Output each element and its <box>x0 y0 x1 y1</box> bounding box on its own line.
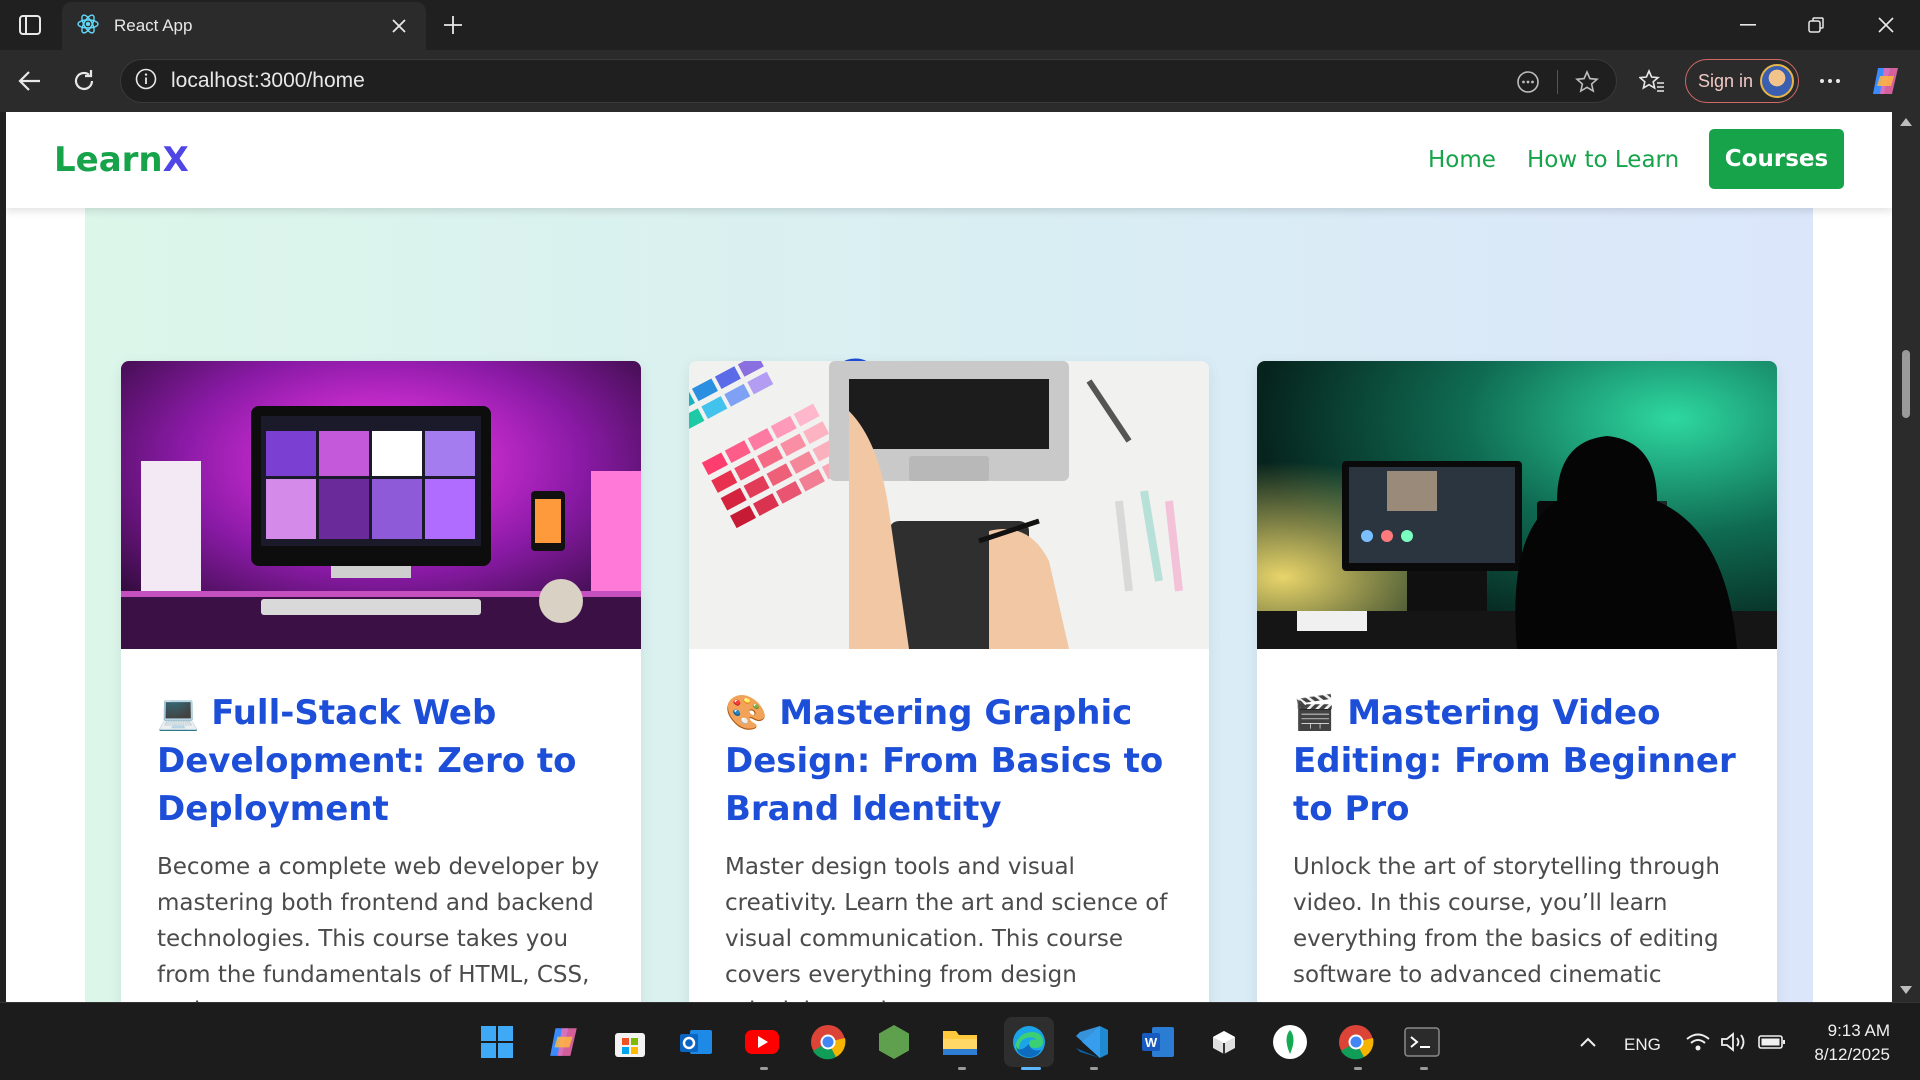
sign-in-label: Sign in <box>1698 70 1754 91</box>
volume-icon[interactable] <box>1714 1022 1754 1062</box>
site-logo[interactable]: LearnX <box>54 140 189 180</box>
course-title-text: Mastering Video Editing: From Beginner t… <box>1293 693 1736 829</box>
refresh-icon[interactable] <box>64 62 104 100</box>
vscode-running-indicator <box>1090 1067 1098 1070</box>
word-icon[interactable]: W <box>1138 1022 1178 1062</box>
course-card-body: 🎬 Mastering Video Editing: From Beginner… <box>1257 649 1777 1002</box>
course-title-text: Full-Stack Web Development: Zero to Depl… <box>157 693 577 829</box>
course-description: Unlock the art of storytelling through v… <box>1293 854 1720 988</box>
edge-active-indicator <box>1021 1067 1041 1070</box>
course-description: Master design tools and visual creativit… <box>725 854 1168 1002</box>
course-title[interactable]: 💻 Full-Stack Web Development: Zero to De… <box>157 689 617 833</box>
app-box-icon[interactable] <box>1204 1022 1244 1062</box>
mongodb-compass-icon[interactable] <box>1270 1022 1310 1062</box>
url-text: localhost:3000/home <box>171 69 365 92</box>
scrollbar-thumb[interactable] <box>1902 350 1910 418</box>
scroll-up-arrow-icon[interactable] <box>1900 118 1912 126</box>
page-viewport: Courses LearnX Home How to Learn Courses <box>6 112 1892 1002</box>
sign-in-button[interactable]: Sign in <box>1685 59 1799 103</box>
edge-icon[interactable] <box>1004 1017 1054 1067</box>
nav-how-to-learn-link[interactable]: How to Learn <box>1527 147 1679 173</box>
tab-actions-icon[interactable] <box>14 10 46 40</box>
minimize-icon[interactable] <box>1718 0 1778 50</box>
copilot-icon[interactable] <box>1866 62 1906 100</box>
address-bar-divider <box>1557 70 1558 94</box>
outlook-icon[interactable] <box>676 1022 716 1062</box>
course-image-graphic-design <box>689 361 1209 649</box>
vscode-icon[interactable] <box>1072 1022 1112 1062</box>
reading-view-icon[interactable] <box>1511 65 1545 99</box>
course-description: Become a complete web developer by maste… <box>157 854 600 1002</box>
browser-tab-bar: React App <box>0 0 1920 50</box>
course-card[interactable]: 🎬 Mastering Video Editing: From Beginner… <box>1257 361 1777 1002</box>
chrome-running-indicator <box>1354 1067 1362 1070</box>
clock-time[interactable]: 9:13 AM <box>1810 1021 1890 1041</box>
more-options-icon[interactable] <box>1810 62 1850 100</box>
restore-icon[interactable] <box>1786 0 1846 50</box>
palette-emoji-icon: 🎨 <box>725 693 768 733</box>
language-indicator[interactable]: ENG <box>1624 1035 1661 1055</box>
nodejs-icon[interactable] <box>874 1022 914 1062</box>
scroll-down-arrow-icon[interactable] <box>1900 986 1912 994</box>
react-logo-icon <box>76 12 100 40</box>
laptop-emoji-icon: 💻 <box>157 693 200 733</box>
close-window-icon[interactable] <box>1856 0 1916 50</box>
terminal-icon[interactable] <box>1402 1022 1442 1062</box>
browser-toolbar: localhost:3000/home Sign in <box>0 50 1920 112</box>
terminal-running-indicator <box>1420 1067 1428 1070</box>
favorites-icon[interactable] <box>1632 62 1672 100</box>
close-tab-icon[interactable] <box>386 13 412 39</box>
youtube-icon[interactable] <box>742 1022 782 1062</box>
course-card[interactable]: 💻 Full-Stack Web Development: Zero to De… <box>121 361 641 1002</box>
course-title[interactable]: 🎬 Mastering Video Editing: From Beginner… <box>1293 689 1753 833</box>
course-card[interactable]: 🎨 Mastering Graphic Design: From Basics … <box>689 361 1209 1002</box>
course-card-body: 🎨 Mastering Graphic Design: From Basics … <box>689 649 1209 1002</box>
battery-icon[interactable] <box>1752 1022 1792 1062</box>
logo-x: X <box>162 140 189 180</box>
profile-avatar <box>1760 64 1794 98</box>
youtube-running-indicator <box>760 1067 768 1070</box>
svg-text:W: W <box>1145 1035 1158 1050</box>
explorer-running-indicator <box>958 1067 966 1070</box>
site-header: LearnX Home How to Learn Courses <box>6 112 1892 208</box>
chrome-icon[interactable] <box>808 1022 848 1062</box>
chrome-profile-icon[interactable] <box>1336 1022 1376 1062</box>
address-bar[interactable]: localhost:3000/home <box>120 59 1617 103</box>
site-info-icon[interactable] <box>135 68 157 94</box>
back-icon[interactable] <box>10 62 50 100</box>
favorite-star-icon[interactable] <box>1570 65 1604 99</box>
start-windows-icon[interactable] <box>477 1022 517 1062</box>
course-image-web-dev <box>121 361 641 649</box>
clapper-emoji-icon: 🎬 <box>1293 693 1336 733</box>
browser-tab[interactable]: React App <box>62 2 426 50</box>
copilot-app-icon[interactable] <box>544 1022 584 1062</box>
nav-home-link[interactable]: Home <box>1428 147 1496 173</box>
course-title[interactable]: 🎨 Mastering Graphic Design: From Basics … <box>725 689 1185 833</box>
course-card-body: 💻 Full-Stack Web Development: Zero to De… <box>121 649 641 1002</box>
file-explorer-icon[interactable] <box>940 1022 980 1062</box>
tab-title: React App <box>114 16 193 35</box>
logo-learn: Learn <box>54 140 163 180</box>
page-scrollbar[interactable] <box>1892 112 1920 1002</box>
microsoft-store-icon[interactable] <box>610 1022 650 1062</box>
course-title-text: Mastering Graphic Design: From Basics to… <box>725 693 1164 829</box>
new-tab-icon[interactable] <box>438 10 468 40</box>
wifi-icon[interactable] <box>1678 1022 1718 1062</box>
show-hidden-icons-chevron-icon[interactable] <box>1568 1022 1608 1062</box>
course-image-video-editing <box>1257 361 1777 649</box>
clock-date[interactable]: 8/12/2025 <box>1800 1045 1890 1065</box>
nav-courses-button[interactable]: Courses <box>1709 129 1844 189</box>
taskbar: W ENG 9:13 AM 8/12/2025 <box>0 1002 1920 1080</box>
